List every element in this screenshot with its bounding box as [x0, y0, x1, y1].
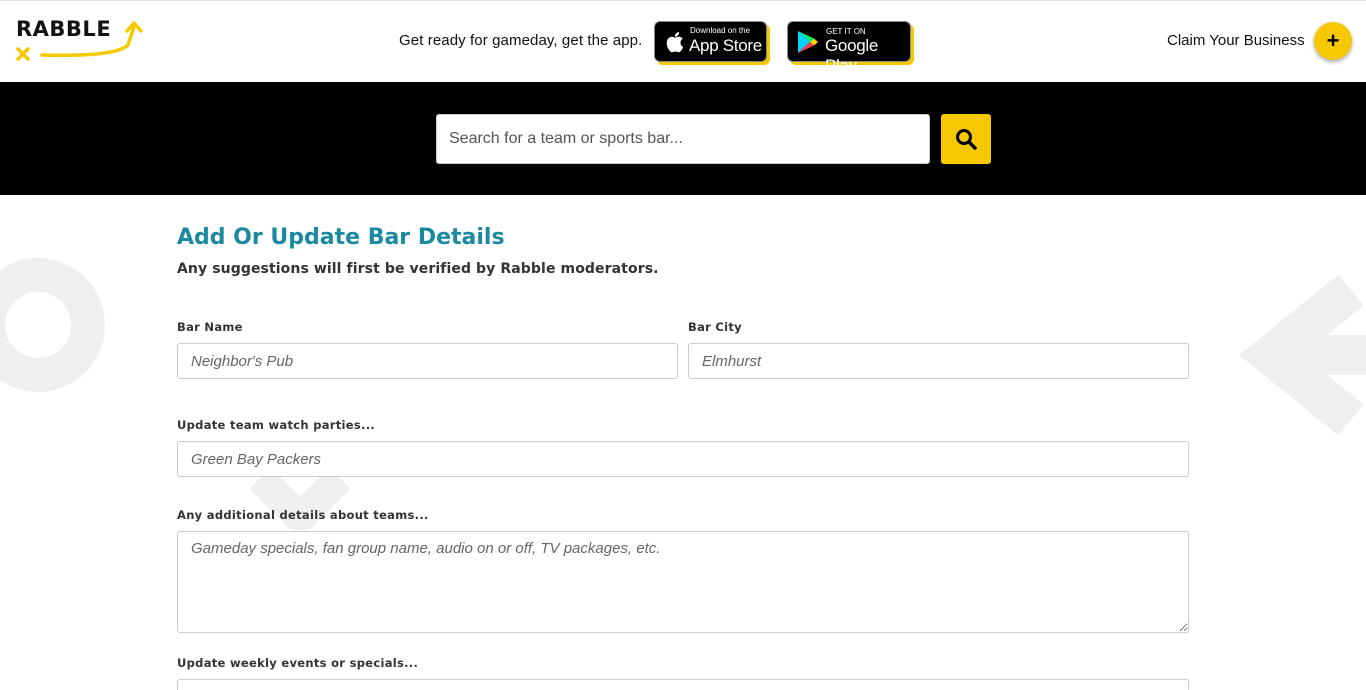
- app-store-badge[interactable]: Download on the App Store: [654, 21, 767, 62]
- decorative-circle: [0, 258, 105, 392]
- claim-business-button[interactable]: +: [1314, 22, 1352, 60]
- search-band: [0, 82, 1366, 195]
- promo-text: Get ready for gameday, get the app.: [399, 32, 643, 49]
- bar-name-label: Bar Name: [177, 320, 243, 334]
- plus-icon: +: [1326, 28, 1340, 53]
- app-store-small-text: Download on the: [690, 26, 751, 35]
- rabble-logo[interactable]: RABBLE: [16, 17, 146, 63]
- team-label: Update team watch parties...: [177, 418, 376, 432]
- form-title: Add Or Update Bar Details: [177, 225, 505, 250]
- events-input[interactable]: [177, 679, 1189, 690]
- search-input[interactable]: [436, 114, 930, 164]
- decorative-arrow: [1239, 274, 1366, 436]
- logo-text: RABBLE: [16, 17, 112, 41]
- google-play-small-text: GET IT ON: [826, 27, 866, 36]
- details-label: Any additional details about teams...: [177, 508, 429, 522]
- claim-business-link[interactable]: Claim Your Business: [1167, 32, 1305, 49]
- top-header: RABBLE Get ready for gameday, get the ap…: [0, 0, 1366, 82]
- details-textarea[interactable]: [177, 531, 1189, 633]
- bar-city-input[interactable]: [688, 343, 1189, 379]
- team-input[interactable]: [177, 441, 1189, 477]
- events-label: Update weekly events or specials...: [177, 656, 419, 670]
- form-subtitle: Any suggestions will first be verified b…: [177, 261, 659, 277]
- bar-city-label: Bar City: [688, 320, 742, 334]
- bar-name-input[interactable]: [177, 343, 678, 379]
- app-store-big-text: App Store: [689, 36, 762, 55]
- search-icon: [956, 129, 977, 150]
- google-play-big-text: Google Play: [825, 36, 879, 75]
- search-button[interactable]: [941, 114, 991, 164]
- google-play-badge[interactable]: GET IT ON Google Play: [787, 21, 911, 75]
- google-play-icon: [798, 31, 818, 53]
- apple-icon: [666, 32, 684, 53]
